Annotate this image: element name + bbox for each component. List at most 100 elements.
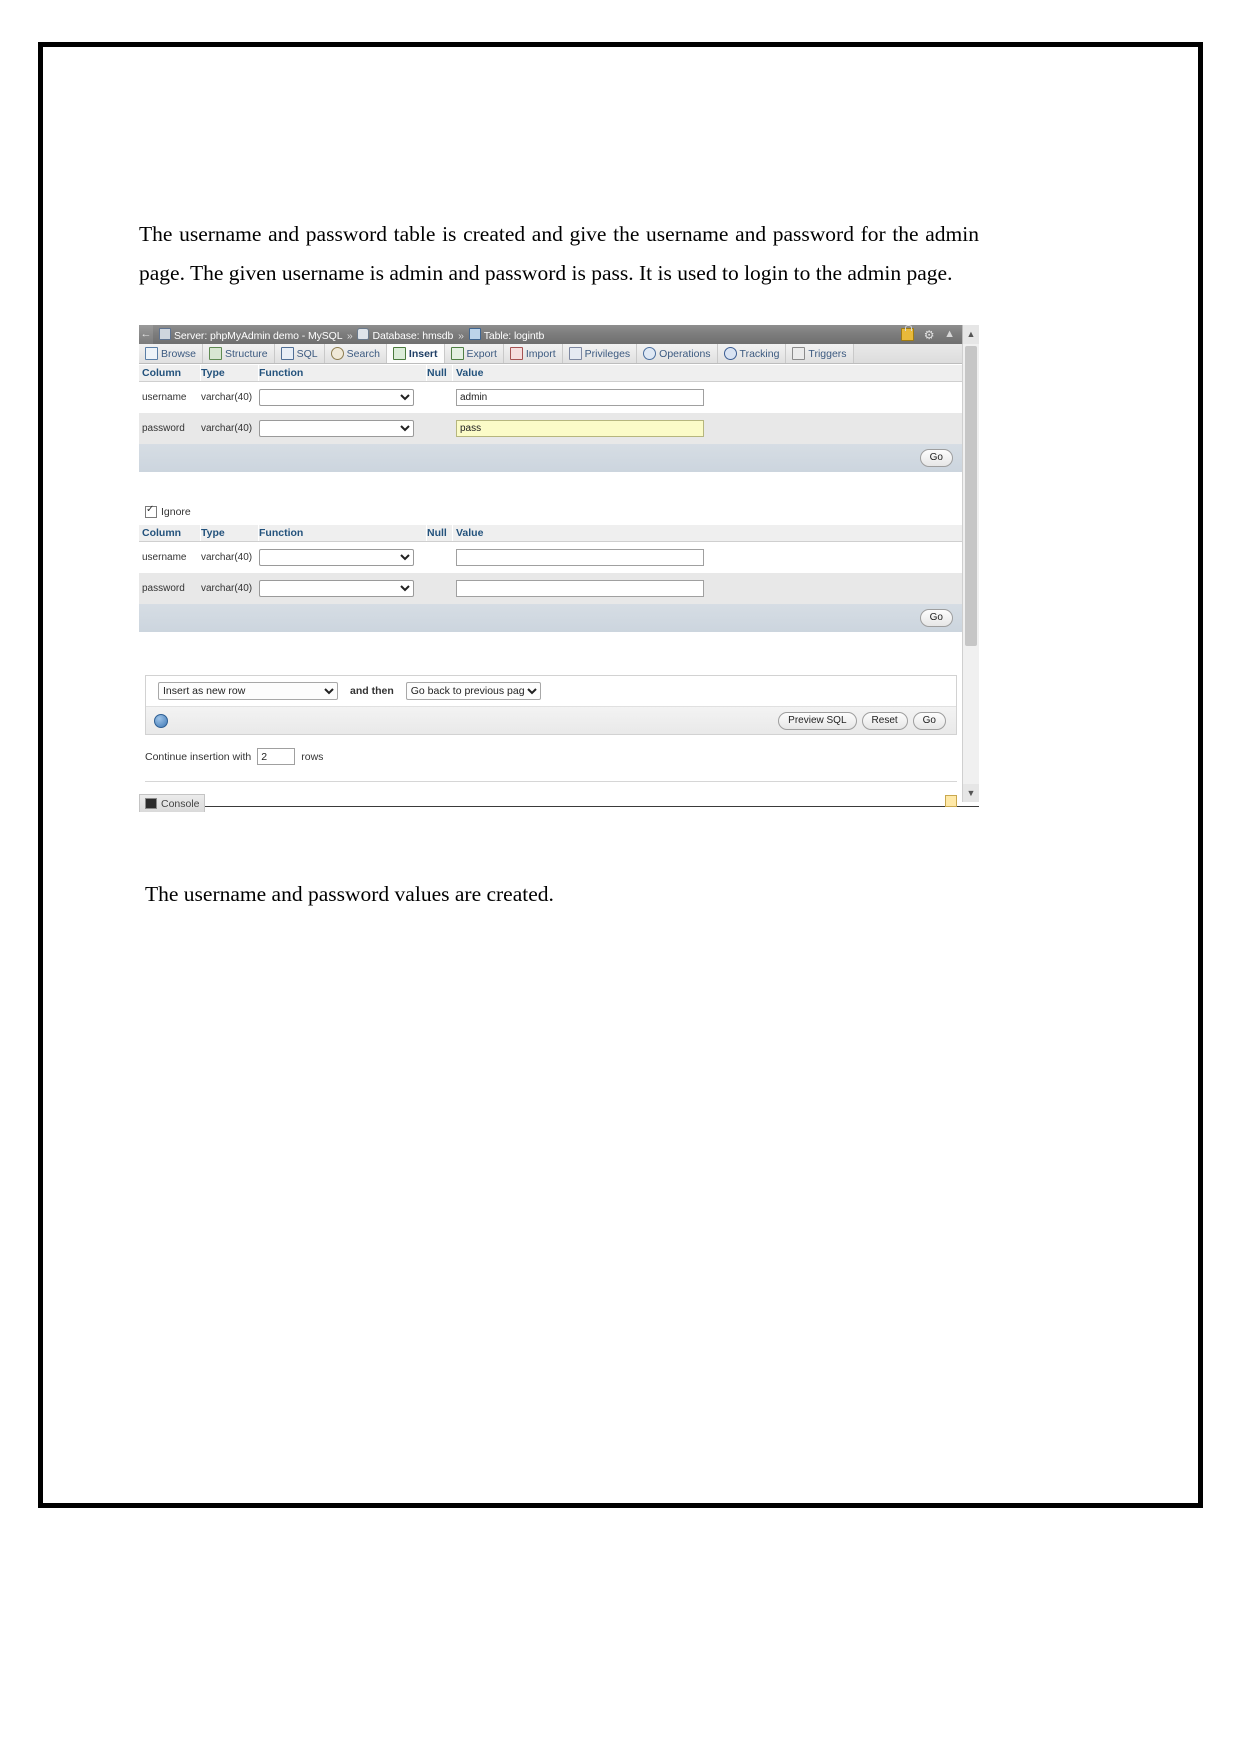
table-row: password varchar(40)	[139, 573, 963, 604]
ignore-checkbox[interactable]	[145, 504, 157, 518]
breadcrumb-server[interactable]: Server: phpMyAdmin demo - MySQL	[174, 330, 342, 342]
rows-suffix-label: rows	[301, 750, 324, 763]
chevron-up-icon[interactable]: ▲	[944, 329, 955, 340]
continue-insertion-label: Continue insertion with	[145, 750, 252, 763]
row-column-name: username	[142, 552, 187, 563]
globe-icon[interactable]	[154, 713, 168, 728]
function-select-username-1[interactable]	[259, 389, 414, 406]
table-row: username varchar(40)	[139, 382, 963, 413]
row-column-type: varchar(40)	[201, 423, 253, 434]
console-divider	[205, 806, 979, 808]
reset-button[interactable]: Reset	[861, 711, 908, 730]
header-column: Column	[139, 365, 201, 381]
tab-triggers[interactable]: Triggers	[786, 344, 854, 363]
tab-operations[interactable]: Operations	[637, 344, 718, 363]
search-icon	[330, 347, 344, 360]
console-minimize-icon[interactable]	[945, 795, 957, 807]
go-button-options[interactable]: Go	[912, 711, 946, 730]
insert-icon	[392, 347, 406, 360]
insert-block-1-footer: Go	[139, 444, 963, 472]
tab-search-label: Search	[346, 347, 380, 360]
database-icon	[357, 327, 370, 340]
ignore-label: Ignore	[161, 506, 191, 518]
rows-count-input[interactable]	[257, 748, 296, 765]
function-select-username-2[interactable]	[259, 549, 414, 566]
gear-icon[interactable]: ⚙	[923, 329, 935, 341]
insert-table-header-1: Column Type Function Null Value	[139, 365, 963, 382]
row-column-name: username	[142, 392, 187, 403]
header-column: Column	[139, 525, 201, 541]
operations-icon	[643, 347, 657, 360]
preview-sql-button[interactable]: Preview SQL	[778, 711, 857, 730]
scroll-up-button[interactable]: ▲	[962, 325, 979, 344]
tab-browse-label: Browse	[161, 347, 197, 360]
header-type: Type	[201, 365, 259, 381]
row-null-cell	[427, 573, 453, 604]
tab-browse[interactable]: Browse	[139, 344, 204, 363]
lock-icon[interactable]	[901, 325, 915, 341]
tab-bar: Browse Structure SQL Search Insert Expor…	[139, 344, 963, 364]
insert-options-panel: Insert as new row and then Go back to pr…	[145, 675, 957, 735]
insert-options-row: Insert as new row and then Go back to pr…	[146, 676, 956, 706]
tab-tracking[interactable]: Tracking	[717, 344, 787, 363]
tab-export[interactable]: Export	[444, 344, 504, 363]
row-column-name: password	[142, 423, 185, 434]
console-tab[interactable]: Console	[139, 794, 205, 812]
value-input-username-2[interactable]	[456, 549, 704, 566]
function-select-password-2[interactable]	[259, 580, 414, 597]
and-then-label: and then	[350, 685, 394, 697]
header-value: Value	[453, 365, 963, 381]
row-column-type: varchar(40)	[201, 583, 253, 594]
tab-search[interactable]: Search	[324, 344, 387, 363]
tab-triggers-label: Triggers	[808, 347, 847, 360]
console-label: Console	[161, 797, 200, 810]
table-row: username varchar(40)	[139, 542, 963, 573]
tab-structure-label: Structure	[225, 347, 268, 360]
table-row: password varchar(40)	[139, 413, 963, 444]
privileges-icon	[568, 347, 582, 360]
tab-privileges[interactable]: Privileges	[562, 344, 638, 363]
breadcrumb-bar: ← Server: phpMyAdmin demo - MySQL » Data…	[139, 325, 979, 344]
insert-block-1: Column Type Function Null Value username…	[139, 365, 963, 472]
value-input-password-1[interactable]	[456, 420, 704, 437]
export-icon	[450, 347, 464, 360]
row-column-type: varchar(40)	[201, 552, 253, 563]
tab-export-label: Export	[466, 347, 497, 360]
row-column-name: password	[142, 583, 185, 594]
insert-mode-select[interactable]: Insert as new row	[158, 682, 338, 700]
tab-insert[interactable]: Insert	[386, 344, 445, 363]
go-button-block-1[interactable]: Go	[919, 449, 953, 467]
go-button-block-2[interactable]: Go	[919, 609, 953, 627]
console-icon	[145, 798, 157, 809]
insert-options-actions: Preview SQL Reset Go	[146, 706, 956, 734]
table-icon	[468, 327, 481, 340]
function-select-password-1[interactable]	[259, 420, 414, 437]
scrollbar-thumb[interactable]	[965, 346, 977, 646]
header-value: Value	[453, 525, 963, 541]
header-function: Function	[259, 365, 427, 381]
closing-paragraph: The username and password values are cre…	[145, 881, 554, 906]
ignore-checkbox-row[interactable]: Ignore	[145, 504, 191, 518]
tab-import[interactable]: Import	[503, 344, 563, 363]
tab-insert-label: Insert	[408, 347, 438, 360]
tab-tracking-label: Tracking	[739, 347, 780, 360]
value-input-username-1[interactable]	[456, 389, 704, 406]
row-null-cell	[427, 382, 453, 413]
tab-sql[interactable]: SQL	[274, 344, 325, 363]
intro-paragraph: The username and password table is creat…	[139, 221, 979, 285]
vertical-scrollbar[interactable]	[962, 344, 979, 784]
tab-structure[interactable]: Structure	[203, 344, 275, 363]
tab-sql-label: SQL	[296, 347, 318, 360]
tracking-icon	[723, 347, 737, 360]
tab-privileges-label: Privileges	[584, 347, 631, 360]
console-bar: Console	[139, 794, 979, 812]
triggers-icon	[792, 347, 806, 360]
breadcrumb-table[interactable]: Table: logintb	[484, 330, 545, 342]
after-insert-select[interactable]: Go back to previous page	[405, 682, 541, 700]
action-buttons: Preview SQL Reset Go	[778, 711, 946, 730]
breadcrumb-separator-1: »	[346, 329, 353, 342]
collapse-icon[interactable]: ←	[139, 325, 153, 344]
sql-icon	[280, 347, 294, 360]
value-input-password-2[interactable]	[456, 580, 704, 597]
breadcrumb-database[interactable]: Database: hmsdb	[372, 330, 453, 342]
